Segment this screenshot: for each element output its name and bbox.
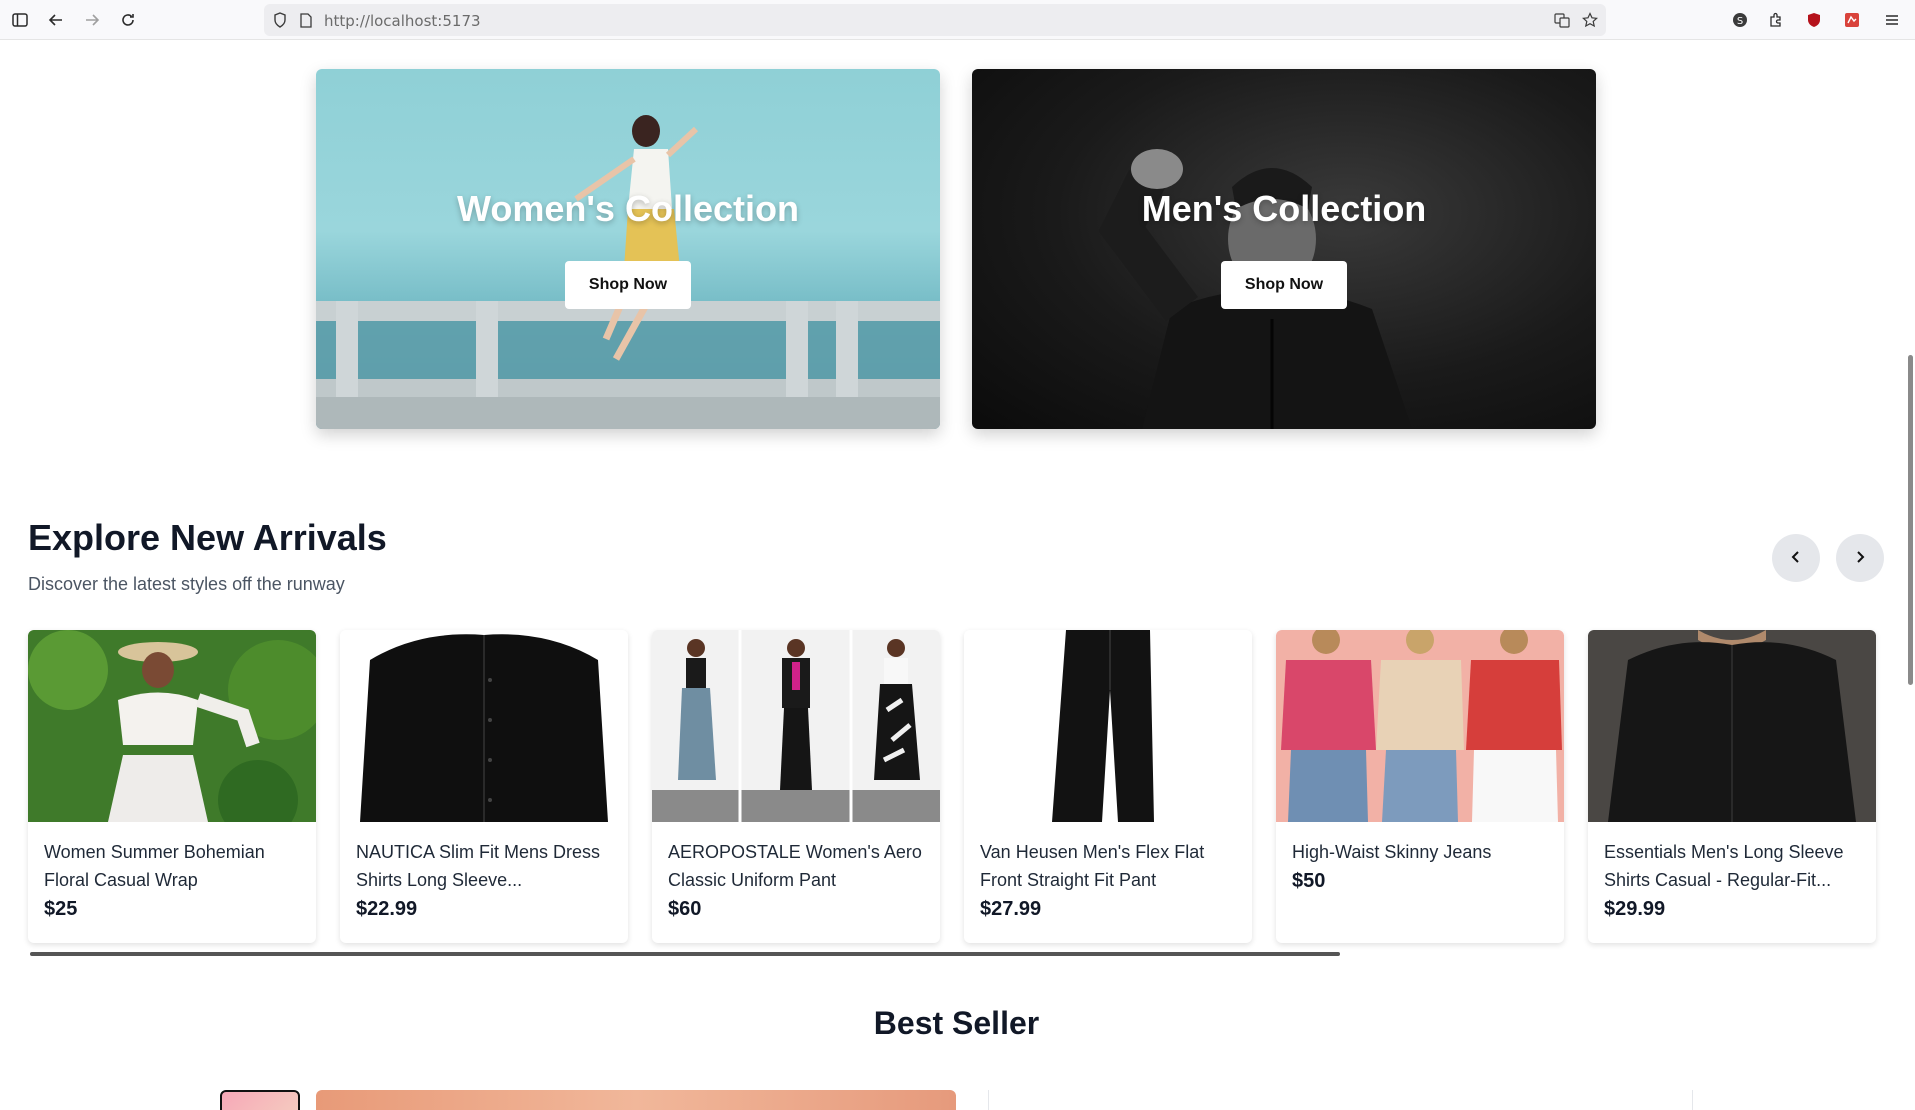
product-image [964,630,1252,822]
mens-shop-now-button[interactable]: Shop Now [1221,261,1347,309]
product-price: $27.99 [980,898,1042,920]
mens-collection-title: Men's Collection [1141,188,1427,229]
chevron-right-icon [1854,547,1866,570]
new-arrivals-subtitle: Discover the latest styles off the runwa… [28,574,345,594]
carousel-scrollbar[interactable] [30,952,1340,956]
browser-toolbar: http://localhost:5173 S [0,0,1915,40]
divider [988,1090,989,1110]
product-name[interactable]: AEROPOSTALE Women's Aero Classic Uniform… [668,838,928,894]
product-price: $22.99 [356,898,418,920]
translate-icon[interactable] [1552,10,1572,30]
womens-banner-image [316,115,940,429]
divider [1692,1090,1693,1110]
product-image [340,630,628,822]
womens-shop-now-button[interactable]: Shop Now [565,261,691,309]
product-name[interactable]: Van Heusen Men's Flex Flat Front Straigh… [980,838,1240,894]
product-card[interactable]: AEROPOSTALE Women's Aero Classic Uniform… [652,630,940,943]
bookmark-star-icon[interactable] [1580,10,1600,30]
page-scrollbar[interactable] [1905,40,1915,1110]
product-card[interactable]: High-Waist Skinny Jeans $50 [1276,630,1564,943]
carousel-next-button[interactable] [1836,534,1884,582]
carousel-prev-button[interactable] [1772,534,1820,582]
product-card[interactable]: Essentials Men's Long Sleeve Shirts Casu… [1588,630,1876,943]
product-name[interactable]: NAUTICA Slim Fit Mens Dress Shirts Long … [356,838,616,894]
extensions-icon[interactable] [1766,10,1786,30]
sidebar-toggle-icon[interactable] [10,10,30,30]
back-icon[interactable] [46,10,66,30]
shield-icon[interactable] [270,10,290,30]
url-text[interactable]: http://localhost:5173 [324,12,481,30]
page-scrollbar-thumb[interactable] [1908,355,1913,685]
product-image [28,630,316,822]
womens-collection-title: Women's Collection [457,188,799,229]
account-icon[interactable]: S [1730,10,1750,30]
product-price: $50 [1292,870,1326,892]
product-image [652,630,940,822]
product-name[interactable]: Essentials Men's Long Sleeve Shirts Casu… [1604,838,1864,894]
mens-banner-image [1098,149,1412,429]
womens-collection-banner[interactable]: Women's Collection Shop Now [316,69,940,429]
new-arrivals-title: Explore New Arrivals [28,517,387,558]
ublock-icon[interactable] [1804,10,1824,30]
best-seller-thumbnail[interactable] [220,1090,300,1110]
product-card[interactable]: Van Heusen Men's Flex Flat Front Straigh… [964,630,1252,943]
product-price: $25 [44,898,78,920]
menu-icon[interactable] [1882,10,1902,30]
page-icon[interactable] [296,10,316,30]
address-bar[interactable]: http://localhost:5173 [264,4,1606,36]
product-price: $29.99 [1604,898,1666,920]
mens-collection-banner[interactable]: Men's Collection Shop Now [972,69,1596,429]
product-price: $60 [668,898,702,920]
best-seller-title: Best Seller [873,1005,1040,1041]
extension-red-icon[interactable] [1842,10,1862,30]
product-card[interactable]: NAUTICA Slim Fit Mens Dress Shirts Long … [340,630,628,943]
reload-icon[interactable] [118,10,138,30]
chevron-left-icon [1790,547,1802,570]
product-name[interactable]: High-Waist Skinny Jeans [1292,838,1552,866]
forward-icon[interactable] [82,10,102,30]
product-image [1588,630,1876,822]
product-name[interactable]: Women Summer Bohemian Floral Casual Wrap [44,838,304,894]
product-image [1276,630,1564,822]
best-seller-main-image [316,1090,956,1110]
product-card[interactable]: Women Summer Bohemian Floral Casual Wrap… [28,630,316,943]
svg-text:S: S [1737,16,1743,27]
